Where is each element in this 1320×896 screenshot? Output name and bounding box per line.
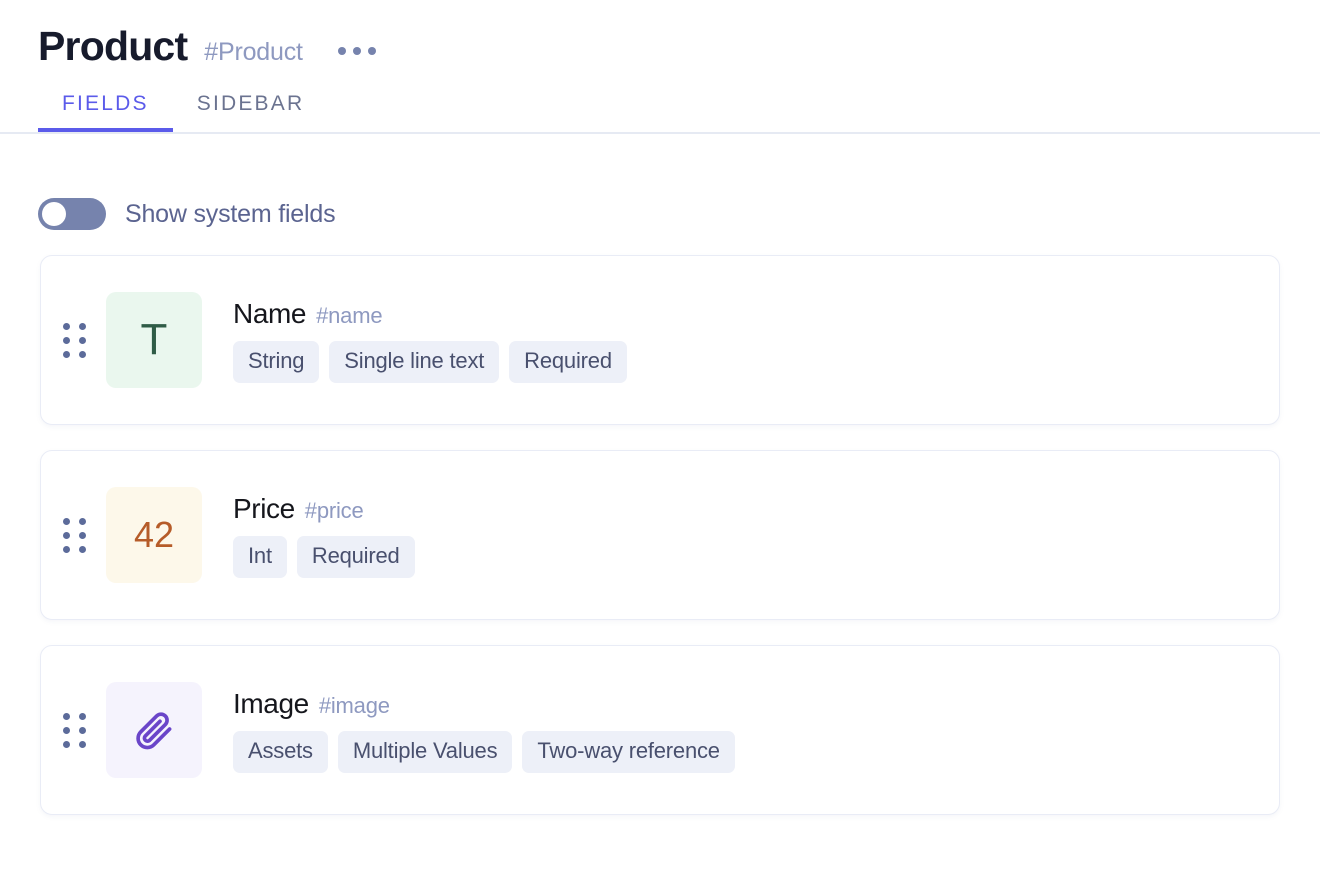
ellipsis-dot-icon [367, 47, 376, 55]
toggle-knob [42, 202, 66, 226]
field-title-row: Name #name [233, 298, 627, 330]
field-chips: String Single line text Required [233, 340, 627, 383]
field-name: Image [233, 687, 309, 719]
show-system-fields-toggle[interactable] [38, 198, 106, 230]
tabs-divider [0, 132, 1320, 134]
field-slug: #name [316, 302, 383, 328]
fields-list: T Name #name String Single line text Req… [0, 230, 1320, 815]
number-type-icon: 42 [106, 487, 202, 583]
field-details: Image #image Assets Multiple Values Two-… [233, 688, 735, 773]
tab-fields[interactable]: FIELDS [38, 92, 173, 132]
field-chip: Int [233, 535, 287, 578]
field-title-row: Image #image [233, 688, 735, 720]
field-chip: String [233, 340, 320, 383]
field-chip: Single line text [329, 340, 500, 383]
field-chips: Int Required [233, 535, 415, 578]
field-name: Name [233, 297, 307, 329]
field-slug: #image [318, 692, 390, 718]
field-details: Price #price Int Required [233, 493, 415, 578]
show-system-fields-label: Show system fields [125, 199, 336, 228]
drag-handle-icon[interactable] [59, 709, 93, 752]
field-chips: Assets Multiple Values Two-way reference [233, 730, 735, 773]
field-chip: Required [296, 535, 415, 578]
field-title-row: Price #price [233, 493, 415, 525]
drag-handle-icon[interactable] [59, 319, 93, 362]
ellipsis-dot-icon [352, 47, 361, 55]
tabs-container: FIELDS SIDEBAR [0, 92, 1320, 134]
field-slug: #price [304, 497, 364, 523]
tab-list: FIELDS SIDEBAR [0, 92, 1320, 132]
field-details: Name #name String Single line text Requi… [233, 298, 627, 383]
paperclip-icon [106, 682, 202, 778]
field-chip: Assets [233, 730, 328, 773]
page-title: Product [38, 23, 188, 69]
text-type-icon: T [106, 292, 202, 388]
field-card[interactable]: 42 Price #price Int Required [40, 450, 1280, 620]
show-system-fields-row: Show system fields [0, 134, 1320, 230]
field-card[interactable]: T Name #name String Single line text Req… [40, 255, 1280, 425]
field-card[interactable]: Image #image Assets Multiple Values Two-… [40, 645, 1280, 815]
field-name: Price [233, 492, 295, 524]
page-slug: #Product [204, 38, 303, 66]
tab-sidebar[interactable]: SIDEBAR [173, 92, 329, 132]
page-header: Product #Product [0, 0, 1320, 67]
more-options-button[interactable] [336, 43, 378, 59]
field-chip: Multiple Values [337, 730, 513, 773]
drag-handle-icon[interactable] [59, 514, 93, 557]
field-chip: Two-way reference [522, 730, 735, 773]
ellipsis-dot-icon [337, 47, 346, 55]
field-chip: Required [509, 340, 627, 383]
